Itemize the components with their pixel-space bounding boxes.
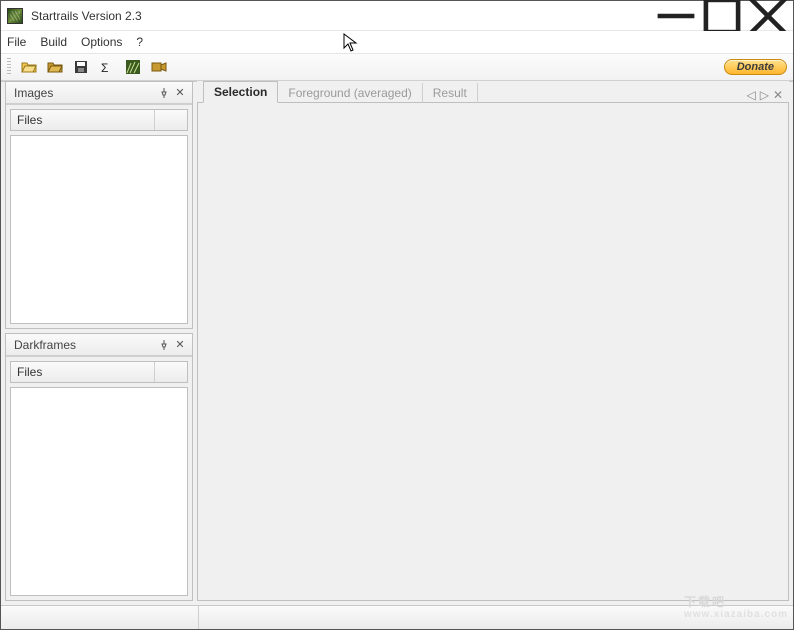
images-panel-body: Files (6, 104, 192, 328)
app-icon (7, 8, 23, 24)
startrails-button[interactable] (123, 57, 143, 77)
tab-bar: Selection Foreground (averaged) Result ◁… (197, 81, 789, 103)
images-panel-title: Images (14, 86, 156, 100)
titlebar: Startrails Version 2.3 (1, 1, 793, 31)
donate-button[interactable]: Donate (724, 59, 787, 75)
close-button[interactable] (745, 1, 791, 31)
close-icon[interactable]: ✕ (172, 337, 188, 353)
images-list[interactable] (10, 135, 188, 324)
darkframes-column-spacer[interactable] (155, 362, 187, 382)
tab-selection[interactable]: Selection (203, 81, 278, 103)
video-button[interactable] (149, 57, 169, 77)
images-column-header: Files (10, 109, 188, 131)
tab-result[interactable]: Result (423, 83, 478, 103)
viewport[interactable] (197, 103, 789, 601)
images-panel-header: Images ✕ (6, 82, 192, 104)
open-darkframes-button[interactable] (45, 57, 65, 77)
tab-next-icon[interactable]: ▷ (760, 88, 769, 102)
save-button[interactable] (71, 57, 91, 77)
minimize-button[interactable] (653, 1, 699, 31)
pin-icon[interactable] (156, 337, 172, 353)
darkframes-panel-header: Darkframes ✕ (6, 334, 192, 356)
workarea: Images ✕ Files Darkframes ✕ (1, 81, 793, 605)
darkframes-panel-title: Darkframes (14, 338, 156, 352)
average-button[interactable]: Σ (97, 57, 117, 77)
main-view: Selection Foreground (averaged) Result ◁… (197, 82, 793, 605)
window-title: Startrails Version 2.3 (31, 9, 653, 23)
open-images-button[interactable] (19, 57, 39, 77)
pin-icon[interactable] (156, 85, 172, 101)
toolbar: Σ Donate (1, 53, 793, 81)
maximize-button[interactable] (699, 1, 745, 31)
darkframes-column-files[interactable]: Files (11, 362, 155, 382)
status-right (199, 606, 793, 629)
images-column-spacer[interactable] (155, 110, 187, 130)
images-column-files[interactable]: Files (11, 110, 155, 130)
toolbar-grip[interactable] (7, 58, 11, 76)
tab-close-icon[interactable]: ✕ (773, 88, 783, 102)
tab-controls: ◁ ▷ ✕ (746, 88, 789, 102)
menu-build[interactable]: Build (40, 35, 67, 49)
darkframes-panel-body: Files (6, 356, 192, 600)
menu-options[interactable]: Options (81, 35, 122, 49)
statusbar (1, 605, 793, 629)
tab-prev-icon[interactable]: ◁ (746, 88, 755, 102)
sidebar: Images ✕ Files Darkframes ✕ (1, 82, 197, 605)
close-icon[interactable]: ✕ (172, 85, 188, 101)
status-left (1, 606, 199, 629)
menu-help[interactable]: ? (136, 35, 143, 49)
images-panel: Images ✕ Files (5, 81, 193, 329)
darkframes-list[interactable] (10, 387, 188, 596)
svg-text:Σ: Σ (101, 61, 108, 75)
tab-foreground[interactable]: Foreground (averaged) (278, 83, 422, 103)
darkframes-column-header: Files (10, 361, 188, 383)
menubar: File Build Options ? (1, 31, 793, 53)
menu-file[interactable]: File (7, 35, 26, 49)
darkframes-panel: Darkframes ✕ Files (5, 333, 193, 601)
